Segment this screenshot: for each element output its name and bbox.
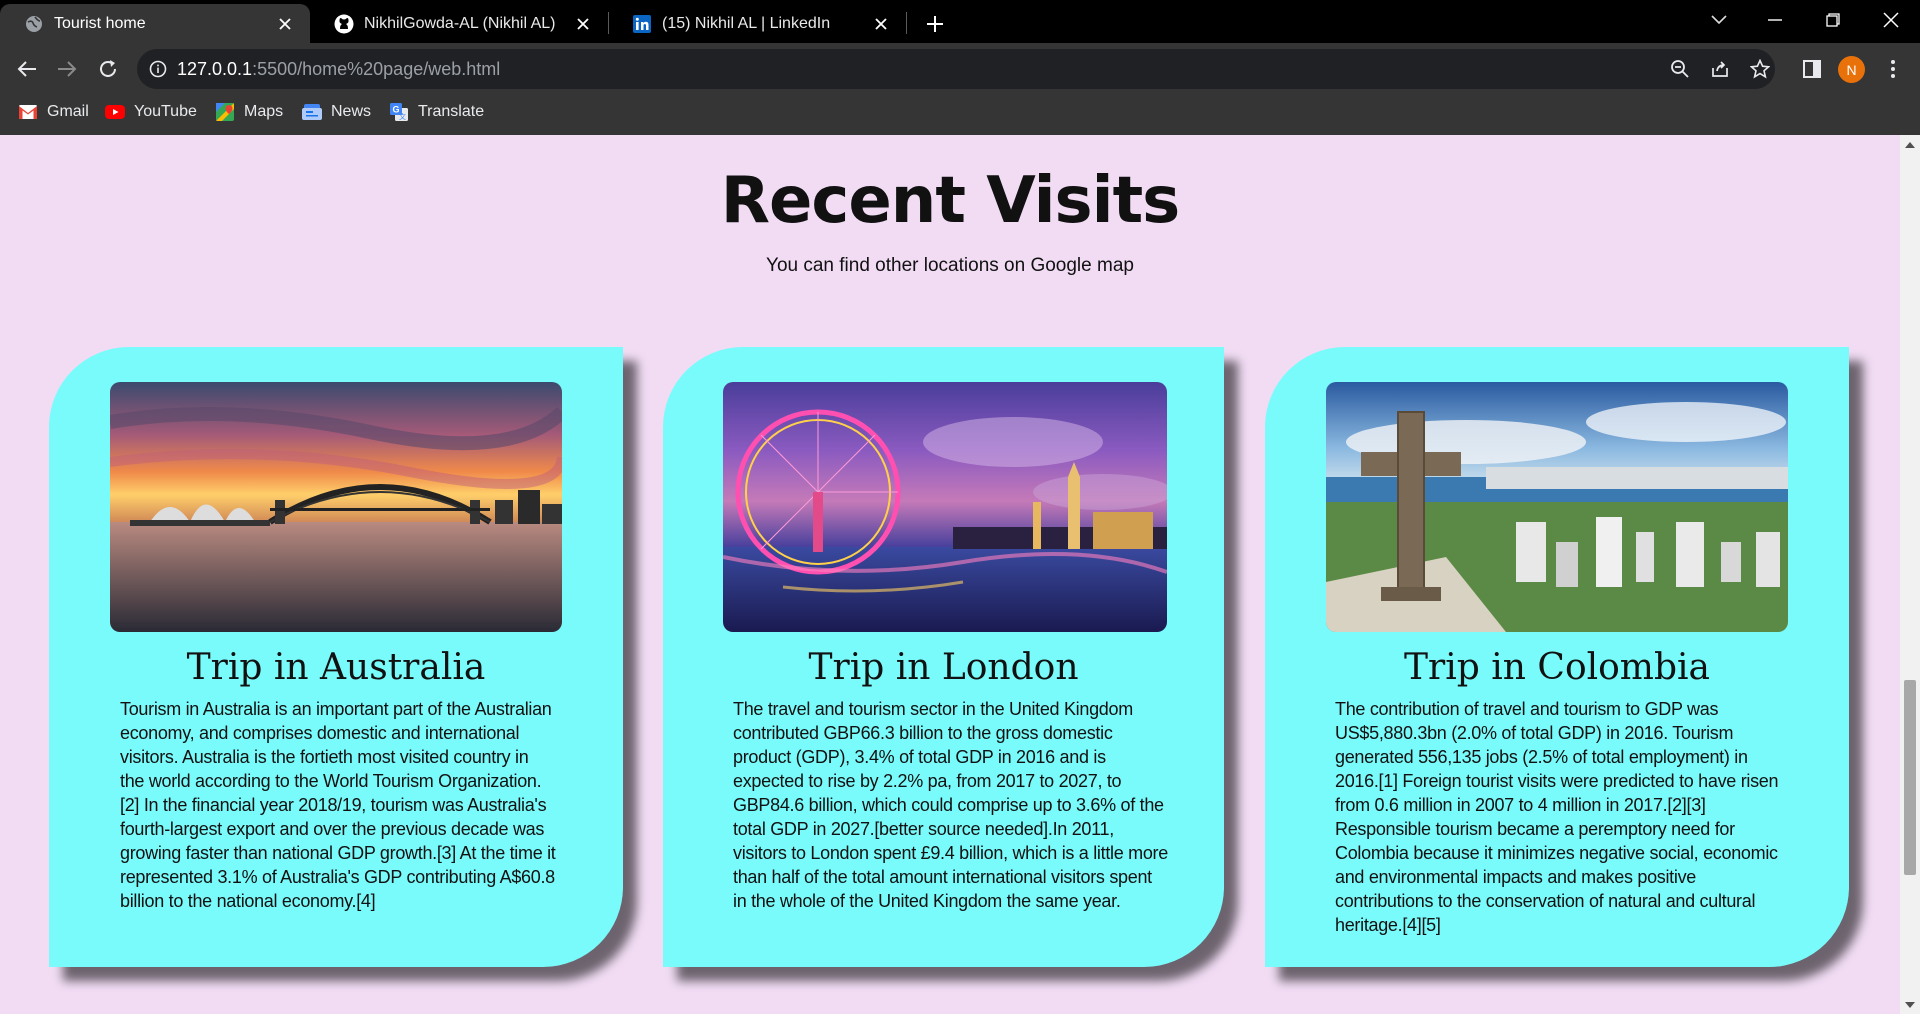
card-title: Trip in Australia xyxy=(186,647,486,688)
bookmark-star-icon[interactable] xyxy=(1747,56,1773,82)
cartagena-photo xyxy=(1326,382,1788,632)
restore-button[interactable] xyxy=(1810,0,1856,40)
youtube-icon xyxy=(105,103,125,121)
tab-search-button[interactable] xyxy=(1696,0,1742,40)
new-tab-button[interactable] xyxy=(912,4,958,44)
sydney-photo xyxy=(110,382,562,632)
bookmark-label: Translate xyxy=(418,103,485,120)
chevron-up-icon xyxy=(1905,142,1915,148)
reload-button[interactable] xyxy=(94,55,122,83)
tab-title: Tourist home xyxy=(54,14,146,32)
plus-icon xyxy=(927,16,943,32)
bookmarks-bar: Gmail YouTube Maps News G文 Translate xyxy=(0,95,1920,135)
github-icon xyxy=(334,14,354,34)
tab-separator xyxy=(906,12,907,34)
share-icon[interactable] xyxy=(1707,56,1733,82)
bookmark-label: Gmail xyxy=(47,103,89,120)
page-viewport: Recent Visits You can find other locatio… xyxy=(0,135,1900,1014)
tab-title: (15) Nikhil AL | LinkedIn xyxy=(662,14,831,32)
card-description: Tourism in Australia is an important par… xyxy=(120,699,556,911)
close-tab-icon[interactable] xyxy=(574,15,592,33)
maps-icon xyxy=(215,103,235,121)
scroll-down-arrow[interactable] xyxy=(1900,997,1920,1013)
profile-avatar[interactable]: N xyxy=(1838,56,1865,83)
bookmark-news[interactable]: News xyxy=(302,95,371,129)
back-button[interactable] xyxy=(13,55,41,83)
bookmark-gmail[interactable]: Gmail xyxy=(18,95,89,129)
zoom-icon[interactable] xyxy=(1667,56,1693,82)
card-australia: Trip in Australia Tourism in Australia i… xyxy=(49,347,623,967)
url-host: 127.0.0.1 xyxy=(177,59,253,79)
forward-button[interactable] xyxy=(53,55,81,83)
tab-github[interactable]: NikhilGowda-AL (Nikhil AL) xyxy=(310,4,608,43)
address-bar[interactable]: 127.0.0.1:5500/home%20page/web.html xyxy=(137,49,1775,89)
arrow-left-icon xyxy=(17,61,36,77)
close-tab-icon[interactable] xyxy=(872,15,890,33)
browser-tab-strip: Tourist home NikhilGowda-AL (Nikhil AL) … xyxy=(0,0,1920,43)
restore-icon xyxy=(1826,13,1840,27)
card-london: Trip in London The travel and tourism se… xyxy=(663,347,1224,967)
browser-toolbar: 127.0.0.1:5500/home%20page/web.html N xyxy=(0,43,1920,95)
close-window-button[interactable] xyxy=(1868,0,1914,40)
bookmark-youtube[interactable]: YouTube xyxy=(105,95,197,129)
minimize-button[interactable] xyxy=(1752,0,1798,40)
tab-tourist-home[interactable]: Tourist home xyxy=(0,4,310,43)
scroll-up-arrow[interactable] xyxy=(1900,137,1920,153)
bookmark-label: Maps xyxy=(244,103,284,120)
tab-linkedin[interactable]: (15) Nikhil AL | LinkedIn xyxy=(608,4,906,43)
bookmark-translate[interactable]: G文 Translate xyxy=(389,95,484,129)
chevron-down-icon xyxy=(1711,15,1727,25)
card-description: The travel and tourism sector in the Uni… xyxy=(733,699,1168,911)
bookmark-label: YouTube xyxy=(134,103,197,120)
globe-icon xyxy=(24,14,44,34)
card-title: Trip in Colombia xyxy=(1404,647,1710,688)
close-tab-icon[interactable] xyxy=(276,15,294,33)
arrow-right-icon xyxy=(58,61,77,77)
news-icon xyxy=(302,103,322,121)
svg-text:文: 文 xyxy=(399,112,406,121)
card-title: Trip in London xyxy=(808,647,1079,688)
page-subtitle: You can find other locations on Google m… xyxy=(766,255,1134,276)
chevron-down-icon xyxy=(1905,1002,1915,1008)
reload-icon xyxy=(100,60,116,77)
side-panel-icon[interactable] xyxy=(1799,56,1825,82)
page-scrollbar[interactable] xyxy=(1900,135,1920,1014)
translate-icon: G文 xyxy=(389,103,409,121)
close-icon xyxy=(1883,12,1899,28)
minimize-icon xyxy=(1768,19,1782,21)
more-menu-icon[interactable] xyxy=(1880,56,1906,82)
scrollbar-thumb[interactable] xyxy=(1904,680,1916,875)
info-icon[interactable] xyxy=(149,60,167,82)
card-colombia: Trip in Colombia The contribution of tra… xyxy=(1265,347,1849,967)
url-text: 127.0.0.1:5500/home%20page/web.html xyxy=(177,49,500,89)
linkedin-icon xyxy=(632,14,652,34)
tab-title: NikhilGowda-AL (Nikhil AL) xyxy=(364,14,556,32)
card-description: The contribution of travel and tourism t… xyxy=(1335,699,1779,935)
bookmark-label: News xyxy=(331,103,372,120)
bookmark-maps[interactable]: Maps xyxy=(215,95,283,129)
page-title: Recent Visits xyxy=(720,164,1181,238)
london-photo xyxy=(723,382,1167,632)
url-path: :5500/home%20page/web.html xyxy=(252,59,501,79)
gmail-icon xyxy=(18,103,38,121)
